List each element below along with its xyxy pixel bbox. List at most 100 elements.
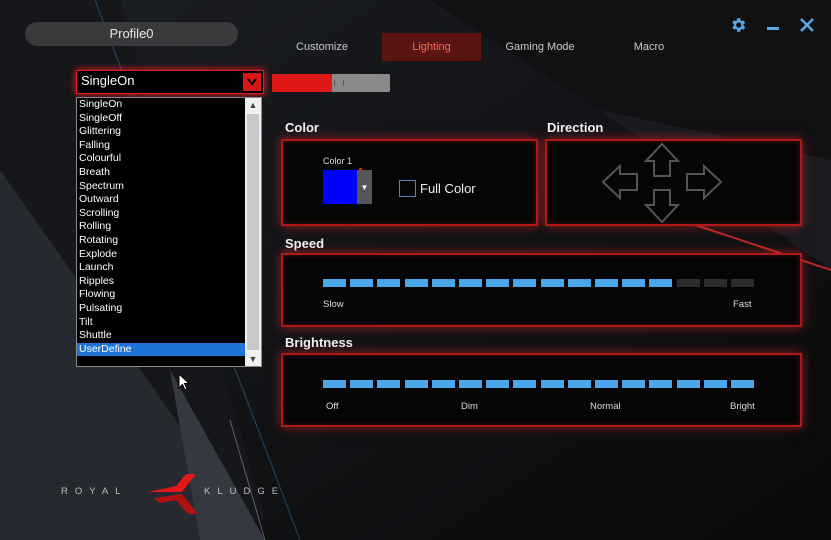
- dropdown-scrollbar[interactable]: ▲ ▼: [245, 98, 261, 366]
- dropdown-option[interactable]: Glittering: [77, 125, 245, 139]
- level-segment[interactable]: [540, 279, 564, 287]
- dropdown-option[interactable]: Tilt: [77, 316, 245, 330]
- dropdown-list: SingleOn SingleOff Glittering Falling Colour…: [77, 98, 245, 366]
- lighting-mode-value: SingleOn: [81, 73, 135, 88]
- level-segment[interactable]: [595, 380, 618, 388]
- tab-macro[interactable]: Macro: [612, 33, 686, 61]
- lighting-power-toggle[interactable]: [272, 74, 390, 92]
- level-segment[interactable]: [703, 279, 727, 287]
- brand-left-text: ROYAL: [61, 486, 128, 497]
- settings-button[interactable]: [727, 14, 749, 36]
- dropdown-option[interactable]: Outward: [77, 193, 245, 207]
- arrow-down-icon: [643, 189, 681, 224]
- dropdown-option[interactable]: Scrolling: [77, 207, 245, 221]
- dropdown-option[interactable]: Shuttle: [77, 329, 245, 343]
- brand-right-text: KLUDGE: [204, 486, 286, 497]
- level-segment[interactable]: [649, 380, 673, 388]
- level-segment[interactable]: [676, 380, 700, 388]
- dropdown-option[interactable]: SingleOff: [77, 112, 245, 126]
- mouse-cursor-icon: [178, 373, 190, 391]
- dropdown-option[interactable]: UserDefine: [77, 342, 245, 357]
- brand-logo: ROYAL KLUDGE: [58, 472, 298, 518]
- level-segment[interactable]: [431, 279, 455, 287]
- level-segment[interactable]: [377, 279, 401, 287]
- brightness-heading: Brightness: [285, 335, 353, 350]
- minimize-button[interactable]: [762, 14, 784, 36]
- direction-heading: Direction: [547, 120, 604, 135]
- full-color-checkbox[interactable]: [399, 180, 416, 197]
- level-segment[interactable]: [703, 380, 727, 388]
- level-segment[interactable]: [622, 380, 646, 388]
- tab-gaming-mode[interactable]: Gaming Mode: [498, 33, 582, 61]
- speed-max-label: Fast: [733, 299, 752, 310]
- dropdown-option[interactable]: SingleOn: [77, 98, 245, 112]
- scroll-down-icon[interactable]: ▼: [245, 352, 261, 366]
- lighting-mode-select[interactable]: SingleOn: [76, 70, 264, 94]
- level-segment[interactable]: [540, 380, 564, 388]
- color-1-swatch[interactable]: [323, 170, 357, 204]
- dropdown-option[interactable]: Ripples: [77, 275, 245, 289]
- level-segment[interactable]: [459, 380, 482, 388]
- full-color-label: Full Color: [420, 181, 476, 196]
- arrow-left-icon: [601, 163, 638, 201]
- dropdown-option[interactable]: Spectrum: [77, 180, 245, 194]
- dropdown-option[interactable]: Falling: [77, 139, 245, 153]
- level-segment[interactable]: [459, 279, 482, 287]
- dropdown-option[interactable]: Breath: [77, 166, 245, 180]
- minimize-icon: [767, 27, 779, 30]
- brightness-normal-label: Normal: [590, 401, 621, 412]
- level-segment[interactable]: [486, 279, 510, 287]
- color-picker-dropdown-icon[interactable]: ▼: [357, 170, 372, 204]
- brightness-dim-label: Dim: [461, 401, 478, 412]
- brightness-panel: [281, 353, 802, 427]
- close-button[interactable]: [796, 14, 818, 36]
- dropdown-option[interactable]: Colourful: [77, 152, 245, 166]
- level-segment[interactable]: [323, 279, 346, 287]
- speed-min-label: Slow: [323, 299, 344, 310]
- level-segment[interactable]: [404, 380, 428, 388]
- scroll-up-icon[interactable]: ▲: [245, 98, 261, 112]
- close-icon: [800, 18, 814, 32]
- level-segment[interactable]: [622, 279, 646, 287]
- level-segment[interactable]: [649, 279, 673, 287]
- arrow-right-icon: [686, 163, 723, 201]
- dropdown-option[interactable]: Rolling: [77, 220, 245, 234]
- color-1-label: Color 1: [323, 156, 353, 166]
- color-heading: Color: [285, 120, 319, 135]
- toggle-grip[interactable]: [334, 80, 344, 86]
- level-segment[interactable]: [323, 380, 346, 388]
- level-segment[interactable]: [567, 380, 591, 388]
- scrollbar-thumb[interactable]: [247, 114, 259, 350]
- brightness-off-label: Off: [326, 401, 339, 412]
- lighting-mode-dropdown[interactable]: SingleOn SingleOff Glittering Falling Colour…: [76, 97, 262, 367]
- level-segment[interactable]: [595, 279, 618, 287]
- chevron-down-icon[interactable]: [243, 73, 261, 91]
- level-segment[interactable]: [486, 380, 510, 388]
- dropdown-option[interactable]: Pulsating: [77, 302, 245, 316]
- dropdown-option[interactable]: Launch: [77, 261, 245, 275]
- profile-selector[interactable]: Profile0: [25, 22, 238, 46]
- speed-panel: [281, 253, 802, 327]
- level-segment[interactable]: [676, 279, 700, 287]
- arrow-up-icon: [643, 142, 681, 177]
- brightness-bright-label: Bright: [730, 401, 755, 412]
- dropdown-option[interactable]: Rotating: [77, 234, 245, 248]
- level-segment[interactable]: [431, 380, 455, 388]
- level-segment[interactable]: [731, 279, 754, 287]
- level-segment[interactable]: [404, 279, 428, 287]
- speed-heading: Speed: [285, 236, 325, 251]
- rk-logo-icon: [148, 474, 198, 514]
- level-segment[interactable]: [350, 380, 374, 388]
- dropdown-option[interactable]: Explode: [77, 248, 245, 262]
- level-segment[interactable]: [731, 380, 754, 388]
- direction-arrows: [601, 142, 723, 224]
- level-segment[interactable]: [567, 279, 591, 287]
- level-segment[interactable]: [513, 380, 537, 388]
- toggle-on-segment: [272, 74, 332, 92]
- dropdown-option[interactable]: Flowing: [77, 288, 245, 302]
- level-segment[interactable]: [377, 380, 401, 388]
- level-segment[interactable]: [350, 279, 374, 287]
- level-segment[interactable]: [513, 279, 537, 287]
- tab-lighting[interactable]: Lighting: [382, 33, 481, 61]
- tab-customize[interactable]: Customize: [282, 33, 362, 61]
